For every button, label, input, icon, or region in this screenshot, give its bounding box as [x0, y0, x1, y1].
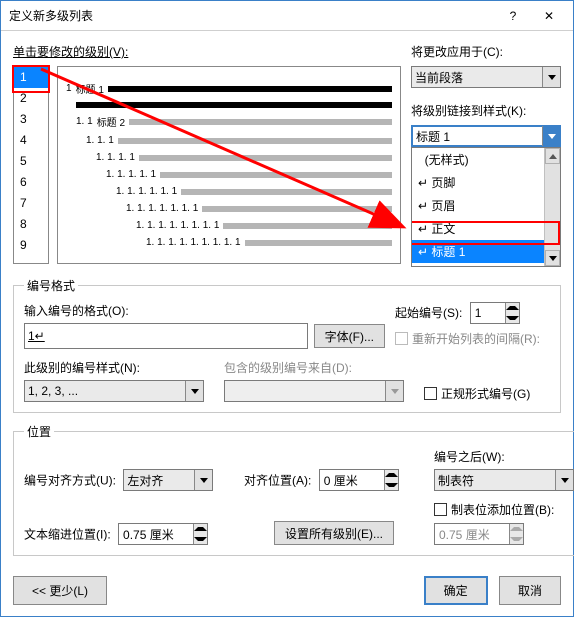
include-from-label: 包含的级别编号来自(D): — [224, 361, 352, 375]
legal-format-checkbox[interactable]: 正规形式编号(G) — [424, 385, 530, 402]
spin-down-icon[interactable] — [506, 313, 519, 323]
number-style-label: 此级别的编号样式(N): — [24, 361, 140, 375]
spin-down-icon[interactable] — [194, 534, 207, 544]
spin-up-icon[interactable] — [385, 470, 398, 480]
follow-label: 编号之后(W): — [434, 450, 505, 464]
start-number-spinner[interactable]: 1 — [470, 302, 520, 324]
level-item[interactable]: 4 — [14, 130, 48, 151]
scroll-down-icon[interactable] — [545, 250, 560, 266]
style-option-selected[interactable]: ↵ 标题 1 — [412, 240, 560, 263]
level-item[interactable]: 5 — [14, 151, 48, 172]
apply-to-label: 将更改应用于(C): — [411, 45, 503, 59]
scroll-up-icon[interactable] — [545, 148, 560, 164]
set-all-levels-button[interactable]: 设置所有级别(E)... — [274, 521, 394, 545]
titlebar: 定义新多级列表 ? ✕ — [1, 1, 573, 31]
indent-label: 文本缩进位置(I): — [24, 528, 111, 542]
position-legend: 位置 — [24, 423, 54, 440]
level-item[interactable]: 8 — [14, 214, 48, 235]
start-number-label: 起始编号(S): — [395, 306, 462, 320]
level-item[interactable]: 7 — [14, 193, 48, 214]
format-legend: 编号格式 — [24, 277, 78, 294]
level-list[interactable]: 1 2 3 4 5 6 7 8 9 — [13, 66, 49, 264]
style-option[interactable]: ↵ 页眉 — [412, 194, 560, 217]
spin-down-icon[interactable] — [385, 480, 398, 490]
help-button[interactable]: ? — [495, 3, 531, 29]
dialog-footer: << 更少(L) 确定 取消 — [1, 570, 573, 615]
style-option[interactable]: (无样式) — [412, 148, 560, 171]
close-button[interactable]: ✕ — [531, 3, 567, 29]
style-option[interactable]: ↵ 页脚 — [412, 171, 560, 194]
help-icon: ? — [510, 9, 517, 23]
format-input-label: 输入编号的格式(O): — [24, 304, 129, 318]
text-indent-spinner[interactable]: 0.75 厘米 — [118, 523, 208, 545]
chevron-down-icon — [385, 381, 403, 401]
dialog-title: 定义新多级列表 — [9, 7, 495, 24]
style-option[interactable]: ↵ 正文 — [412, 217, 560, 240]
chevron-down-icon[interactable] — [542, 67, 560, 87]
follow-select[interactable] — [434, 469, 574, 491]
numbering-preview: 1标题 11. 1标题 21. 1. 11. 1. 1. 11. 1. 1. 1… — [57, 66, 401, 264]
tabstop-spinner: 0.75 厘米 — [434, 523, 524, 545]
less-button[interactable]: << 更少(L) — [13, 576, 107, 605]
style-listbox[interactable]: (无样式) ↵ 页脚 ↵ 页眉 ↵ 正文 ↵ 标题 1 1三 标题 2 — [411, 147, 561, 267]
position-group: 位置 编号对齐方式(U): 对齐位置(A): 0 厘米 — [13, 423, 574, 556]
level-item[interactable]: 6 — [14, 172, 48, 193]
level-item[interactable]: 2 — [14, 88, 48, 109]
apply-to-select[interactable] — [411, 66, 561, 88]
level-item[interactable]: 9 — [14, 235, 48, 256]
level-item[interactable]: 1 — [14, 67, 48, 88]
cancel-button[interactable]: 取消 — [499, 576, 561, 605]
link-style-select[interactable] — [411, 125, 561, 147]
alignpos-label: 对齐位置(A): — [244, 474, 311, 488]
align-label: 编号对齐方式(U): — [24, 474, 116, 488]
link-style-label: 将级别链接到样式(K): — [411, 104, 526, 118]
dialog-window: 定义新多级列表 ? ✕ 单击要修改的级别(V): 1 2 3 4 5 6 7 — [0, 0, 574, 617]
include-from-select — [224, 380, 404, 402]
close-icon: ✕ — [544, 9, 554, 23]
add-tabstop-checkbox[interactable]: 制表位添加位置(B): — [434, 501, 554, 518]
chevron-down-icon[interactable] — [185, 381, 203, 401]
chevron-down-icon[interactable] — [542, 126, 560, 146]
format-group: 编号格式 输入编号的格式(O): 字体(F)... 起始编号(S): 1 — [13, 277, 561, 413]
spin-up-icon[interactable] — [194, 524, 207, 534]
font-button[interactable]: 字体(F)... — [314, 324, 385, 348]
spin-up-icon[interactable] — [506, 303, 519, 313]
scrollbar[interactable] — [544, 148, 560, 266]
ok-button[interactable]: 确定 — [424, 576, 488, 605]
chevron-down-icon[interactable] — [194, 470, 212, 490]
number-style-select[interactable] — [24, 380, 204, 402]
chevron-down-icon[interactable] — [555, 470, 573, 490]
style-option[interactable]: 1三 标题 2 — [412, 263, 560, 267]
align-position-spinner[interactable]: 0 厘米 — [319, 469, 399, 491]
level-item[interactable]: 3 — [14, 109, 48, 130]
number-format-input[interactable] — [24, 323, 308, 349]
levels-label: 单击要修改的级别(V): — [13, 45, 128, 59]
restart-checkbox: 重新开始列表的间隔(R): — [395, 330, 540, 347]
